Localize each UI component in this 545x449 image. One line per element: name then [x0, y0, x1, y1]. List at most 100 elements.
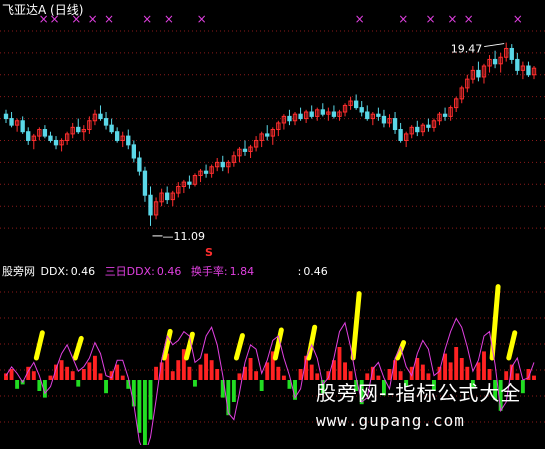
ddx-bar [154, 366, 159, 380]
candle-body [3, 113, 9, 120]
ddx-bar [259, 380, 264, 391]
extra-label: : [297, 265, 302, 278]
candle-body [165, 192, 170, 201]
candle-body [26, 131, 31, 141]
turnover-spike [72, 335, 84, 361]
candle-body [20, 120, 25, 133]
marker-cross: × [398, 12, 408, 26]
candle-body [287, 115, 292, 122]
ddx-bar [143, 380, 147, 446]
candle-body [265, 133, 270, 137]
ddx-bar [187, 366, 192, 380]
ddx-bar [215, 369, 220, 380]
ddx-bar [76, 380, 81, 387]
candle-body [415, 126, 420, 133]
ddx3-label: 三日DDX: [104, 265, 155, 278]
watermark-url: www.gupang.com [316, 411, 465, 430]
turnover-spike [489, 284, 501, 361]
candle-body [509, 47, 514, 60]
marker-cross: × [355, 12, 365, 26]
candle-body [242, 148, 248, 152]
marker-cross: × [426, 12, 436, 26]
indicator-pane[interactable]: 股旁网 DDX: 0.46 三日DDX: 0.46 换手率: 1.84 :0.46 股… [0, 262, 545, 449]
ddx-bar [193, 380, 197, 387]
ddx-bar [231, 380, 236, 402]
ddx-bar [15, 380, 20, 389]
candle-body [53, 139, 59, 146]
ddx-bar [176, 360, 181, 380]
price-chart[interactable]: × × × × × × × × × × × × × ×19.47—11.09S [0, 0, 545, 262]
candle-body [48, 135, 53, 141]
ddx-bar [70, 371, 75, 380]
candle-body [426, 124, 431, 128]
ddx-bar [31, 371, 36, 380]
marker-cross: × [88, 12, 98, 26]
candle-body [376, 113, 381, 117]
ddx-bar [115, 364, 120, 380]
ddx-bar [532, 375, 536, 380]
candle-body [187, 181, 192, 185]
marker-cross: × [197, 12, 207, 26]
ddx-bar [520, 380, 525, 394]
extra-value: 0.46 [303, 265, 328, 278]
candle-body [398, 129, 403, 141]
ddx-bar [454, 347, 459, 380]
ddx-label: DDX: [40, 265, 69, 278]
candle-body [131, 144, 136, 159]
marker-cross: × [164, 12, 174, 26]
candle-body [42, 129, 48, 137]
ddx-bar [92, 355, 97, 380]
ddx-bar [298, 369, 303, 380]
turnover-spike [506, 330, 518, 361]
ddx-bar [137, 380, 142, 433]
ddx-bar [237, 373, 242, 380]
ddx-bar [204, 353, 209, 380]
ddx-bar [120, 375, 125, 380]
ddx-bar [254, 371, 259, 380]
high-label: 19.47 [451, 43, 483, 56]
candle-body [476, 69, 481, 78]
high-arrow [484, 43, 505, 48]
candle-body [492, 58, 498, 65]
candle-body [381, 115, 387, 124]
candle-body [76, 126, 81, 133]
price-chart-pane[interactable]: × × × × × × × × × × × × × × 19.47 —11.09 S 飞亚达A (日线) [0, 0, 545, 262]
marker-cross: × [464, 12, 474, 26]
turnover-spike [233, 333, 245, 361]
turnover-value: 1.84 [229, 265, 255, 278]
ddx-bar [87, 362, 92, 380]
candle-body [331, 111, 337, 117]
window-title: 飞亚达A (日线) [2, 3, 84, 17]
candle-body [359, 107, 364, 113]
candle-body [220, 161, 225, 168]
ddx-bar [309, 364, 314, 380]
candle-body [98, 113, 103, 120]
ddx-bar [9, 369, 14, 380]
ddx-bar [81, 369, 86, 380]
turnover-spike [33, 330, 45, 361]
candle-body [9, 118, 14, 126]
ddx-value: 0.46 [70, 265, 96, 278]
turnover-spike [350, 291, 362, 361]
signal-label: S [205, 246, 213, 259]
watermark-text: 股旁网--指标公式大全 [316, 381, 522, 405]
ddx-bar [482, 351, 486, 380]
candle-body [109, 124, 114, 133]
candle-body [526, 65, 531, 76]
candle-body [298, 113, 303, 120]
ddx-bar [209, 360, 214, 380]
marker-cross: × [513, 12, 523, 26]
candle-body [137, 157, 142, 172]
candle-body [114, 131, 120, 141]
turnover-spike [306, 324, 318, 361]
candle-body [148, 194, 153, 216]
candle-body [353, 100, 359, 109]
candle-body [103, 118, 109, 126]
candle-body [365, 111, 370, 120]
ddx-bar [281, 375, 286, 380]
ddx-bar [48, 375, 53, 380]
ddx-bar [98, 373, 103, 380]
ddx-bar [59, 360, 64, 380]
ddx-bar [198, 364, 203, 380]
candle-body [515, 58, 520, 71]
